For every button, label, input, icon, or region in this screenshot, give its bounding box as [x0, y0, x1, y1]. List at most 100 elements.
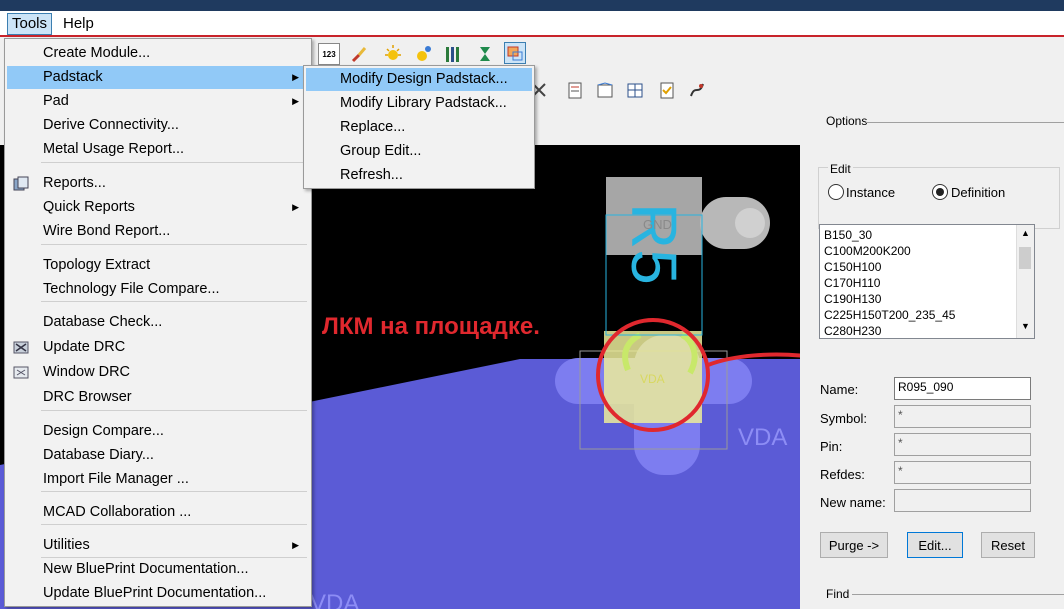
counter-tool-button[interactable]: 123	[318, 43, 340, 65]
book-tool-button[interactable]	[594, 79, 616, 101]
tools-menu-item-pad[interactable]: Pad ▶	[7, 90, 309, 113]
tools-menu-item-quick-reports[interactable]: Quick Reports ▶	[7, 196, 309, 219]
padstack-list-item[interactable]: C190H130	[824, 291, 955, 307]
tools-menu-item-wire-bond-report[interactable]: Wire Bond Report...	[7, 220, 309, 243]
menu-item-label: Update DRC	[43, 339, 126, 355]
menu-item-label: Group Edit...	[340, 143, 422, 159]
padstack-submenu-item-group-edit[interactable]: Group Edit...	[306, 140, 532, 163]
menu-separator	[41, 557, 307, 558]
grid-tool-button[interactable]	[624, 79, 646, 101]
tools-menu-item-mcad-collaboration[interactable]: MCAD Collaboration ...	[7, 501, 309, 524]
tools-menu-item-utilities[interactable]: Utilities ▶	[7, 534, 309, 557]
padstack-submenu-item-replace[interactable]: Replace...	[306, 116, 532, 139]
sheet-tool-button[interactable]	[564, 79, 586, 101]
padstack-list-item[interactable]: C150H100	[824, 259, 955, 275]
hourglass-tool-button[interactable]	[474, 43, 496, 65]
padstack-list-item[interactable]: C100M200K200	[824, 243, 955, 259]
bars-tool-button[interactable]	[442, 43, 464, 65]
padstack-tool-button[interactable]	[504, 42, 526, 64]
padstack-list-item[interactable]: B150_30	[824, 227, 955, 243]
menu-item-label: DRC Browser	[43, 389, 132, 405]
menu-item-label: Design Compare...	[43, 423, 164, 439]
tools-menu-item-derive-connectivity[interactable]: Derive Connectivity...	[7, 114, 309, 137]
tools-menu-item-import-file-manager[interactable]: Import File Manager ...	[7, 468, 309, 491]
tools-menu: Create Module... Padstack ▶ Pad ▶ Derive Conn…	[4, 38, 312, 607]
sun-star-tool-button[interactable]	[412, 43, 434, 65]
scroll-down-icon[interactable]: ▼	[1021, 321, 1030, 331]
tools-menu-item-technology-file-compare[interactable]: Technology File Compare...	[7, 278, 309, 301]
padstack-list-item[interactable]: C280H230	[824, 323, 955, 338]
tools-menu-item-topology-extract[interactable]: Topology Extract	[7, 254, 309, 277]
menu-help[interactable]: Help	[59, 14, 98, 34]
tools-menu-item-update-drc[interactable]: Update DRC	[7, 336, 309, 359]
submenu-arrow-icon: ▶	[292, 202, 299, 212]
symbol-field[interactable]: *	[894, 405, 1031, 428]
tools-menu-item-metal-usage-report[interactable]: Metal Usage Report...	[7, 138, 309, 161]
reports-icon	[13, 176, 29, 191]
menu-separator	[41, 301, 307, 302]
tools-menu-item-drc-browser[interactable]: DRC Browser	[7, 386, 309, 409]
refdes-field[interactable]: *	[894, 461, 1031, 484]
instance-radio[interactable]	[828, 184, 844, 200]
menubar: Tools Help	[0, 11, 1064, 37]
tools-menu-item-create-module[interactable]: Create Module...	[7, 42, 309, 65]
list-scrollbar[interactable]: ▲ ▼	[1016, 225, 1034, 338]
refdes-label: Refdes:	[820, 467, 865, 482]
padstack-list-item[interactable]: C225H150T200_235_45	[824, 307, 955, 323]
options-panel: Options Edit Instance Definition B150_30…	[808, 112, 1064, 609]
scroll-thumb[interactable]	[1019, 247, 1031, 269]
menu-item-label: New BluePrint Documentation...	[43, 561, 249, 577]
sun-icon	[385, 45, 401, 60]
window-drc-icon	[13, 365, 29, 380]
reset-button[interactable]: Reset	[981, 532, 1035, 558]
menu-separator	[41, 410, 307, 411]
newname-label: New name:	[820, 495, 886, 510]
menu-item-label: Create Module...	[43, 45, 151, 61]
menu-item-label: MCAD Collaboration ...	[43, 504, 192, 520]
tools-menu-item-database-diary[interactable]: Database Diary...	[7, 444, 309, 467]
route-tool-button[interactable]	[686, 79, 708, 101]
menu-item-label: Derive Connectivity...	[43, 117, 179, 133]
menu-separator	[41, 162, 307, 163]
menu-separator	[41, 244, 307, 245]
menu-item-label: Topology Extract	[43, 257, 151, 273]
definition-radio[interactable]	[932, 184, 948, 200]
pin-field[interactable]: *	[894, 433, 1031, 456]
padstack-list-item[interactable]: C170H110	[824, 275, 955, 291]
tools-menu-item-padstack[interactable]: Padstack ▶	[7, 66, 309, 89]
toolbar-row-1: 123	[312, 41, 542, 65]
tools-menu-item-reports[interactable]: Reports...	[7, 172, 309, 195]
menu-item-label: Padstack	[43, 69, 103, 85]
menu-item-label: Database Check...	[43, 314, 163, 330]
submenu-arrow-icon: ▶	[292, 72, 299, 82]
gnd-label: GND	[643, 217, 672, 232]
tools-menu-item-window-drc[interactable]: Window DRC	[7, 361, 309, 384]
menu-tools[interactable]: Tools	[7, 13, 53, 35]
tools-menu-item-update-blueprint-documentation[interactable]: Update BluePrint Documentation...	[7, 582, 309, 605]
gnd-via	[735, 208, 765, 238]
padstack-list[interactable]: B150_30 C100M200K200 C150H100 C170H110 C190H…	[819, 224, 1035, 339]
menu-item-label: Metal Usage Report...	[43, 141, 185, 157]
padstack-submenu-item-modify-library-padstack[interactable]: Modify Library Padstack...	[306, 92, 532, 115]
name-label: Name:	[820, 382, 859, 397]
checklist-tool-button[interactable]	[656, 79, 678, 101]
padstack-submenu-item-modify-design-padstack[interactable]: Modify Design Padstack...	[306, 68, 532, 91]
edit-button[interactable]: Edit...	[907, 532, 963, 558]
sun-tool-button[interactable]	[382, 43, 404, 65]
menu-item-label: Update BluePrint Documentation...	[43, 585, 267, 601]
padstack-submenu-item-refresh[interactable]: Refresh...	[306, 164, 532, 187]
tools-menu-item-database-check[interactable]: Database Check...	[7, 311, 309, 334]
brush-tool-button[interactable]	[348, 43, 370, 65]
definition-label: Definition	[951, 185, 1006, 200]
newname-field[interactable]	[894, 489, 1031, 512]
find-title: Find	[826, 587, 850, 601]
name-field[interactable]: R095_090	[894, 377, 1031, 400]
hourglass-icon	[480, 47, 490, 61]
purge-button[interactable]: Purge ->	[820, 532, 888, 558]
tools-menu-item-design-compare[interactable]: Design Compare...	[7, 420, 309, 443]
tools-menu-item-new-blueprint-documentation[interactable]: New BluePrint Documentation...	[7, 558, 309, 581]
scroll-up-icon[interactable]: ▲	[1021, 228, 1030, 238]
menu-separator	[41, 524, 307, 525]
window-title-strip	[0, 0, 1064, 11]
menu-item-label: Pad	[43, 93, 69, 109]
